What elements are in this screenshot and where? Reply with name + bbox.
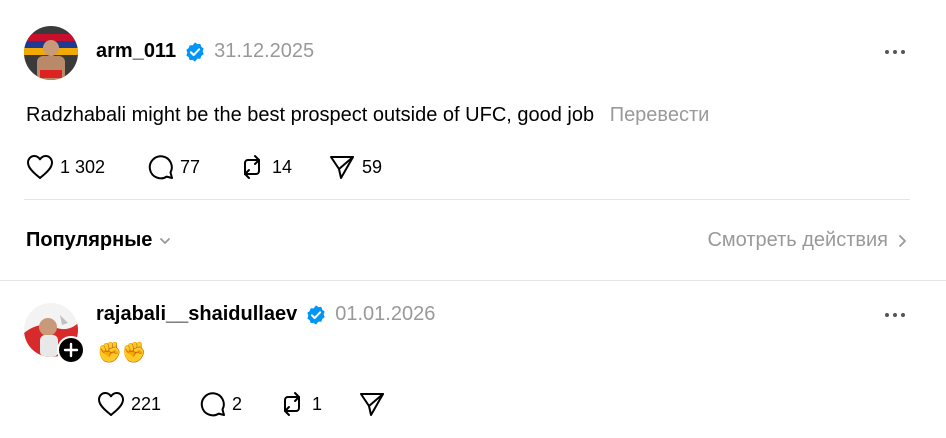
avatar-image [24, 26, 78, 80]
reply-repost-button[interactable]: 1 [278, 391, 322, 417]
reply-date: 01.01.2026 [335, 303, 436, 325]
share-icon [330, 156, 354, 179]
repost-icon [244, 155, 260, 179]
verified-icon [186, 41, 204, 62]
chevron-right-icon [899, 234, 906, 247]
share-count: 59 [362, 156, 383, 177]
view-activity-label: Смотреть действия [707, 229, 888, 251]
like-count: 1 302 [60, 156, 106, 177]
sort-label: Популярные [26, 229, 153, 251]
view-activity-link[interactable]: Смотреть действия [707, 229, 908, 252]
verified-icon [307, 304, 325, 325]
share-button[interactable]: 59 [328, 154, 382, 180]
reply-more-button[interactable] [882, 305, 908, 330]
post-username[interactable]: arm_011 [96, 40, 176, 63]
more-icon [885, 313, 905, 317]
sort-dropdown[interactable]: Популярные [26, 229, 172, 252]
repost-icon [284, 392, 300, 416]
reply-username[interactable]: rajabali__shaidullaev [96, 303, 297, 326]
post-more-button[interactable] [882, 42, 908, 67]
repost-count: 14 [272, 156, 293, 177]
more-icon [885, 50, 905, 54]
post-body: Radzhabali might be the best prospect ou… [26, 104, 709, 127]
heart-icon [98, 392, 124, 416]
comment-icon [200, 392, 225, 417]
share-icon [360, 393, 384, 416]
reply-like-button[interactable]: 221 [97, 391, 161, 417]
follow-button[interactable] [57, 336, 85, 364]
comment-button[interactable]: 77 [148, 154, 200, 180]
reply-share-button[interactable] [358, 391, 386, 417]
translate-link[interactable]: Перевести [610, 104, 710, 126]
comment-count: 77 [180, 156, 201, 177]
comment-icon [148, 155, 173, 180]
plus-icon [63, 342, 79, 358]
reply-like-count: 221 [131, 393, 162, 414]
post-text: Radzhabali might be the best prospect ou… [26, 104, 595, 126]
reply-comment-count: 2 [232, 393, 243, 414]
divider [0, 280, 946, 281]
reply-text: ✊✊ [97, 342, 147, 364]
heart-icon [27, 155, 53, 179]
chevron-down-icon [160, 237, 171, 244]
like-button[interactable]: 1 302 [26, 154, 105, 180]
divider [24, 199, 910, 200]
repost-button[interactable]: 14 [238, 154, 292, 180]
reply-repost-count: 1 [312, 393, 323, 414]
reply-comment-button[interactable]: 2 [200, 391, 242, 417]
post-date: 31.12.2025 [214, 40, 315, 62]
avatar[interactable] [24, 26, 78, 80]
